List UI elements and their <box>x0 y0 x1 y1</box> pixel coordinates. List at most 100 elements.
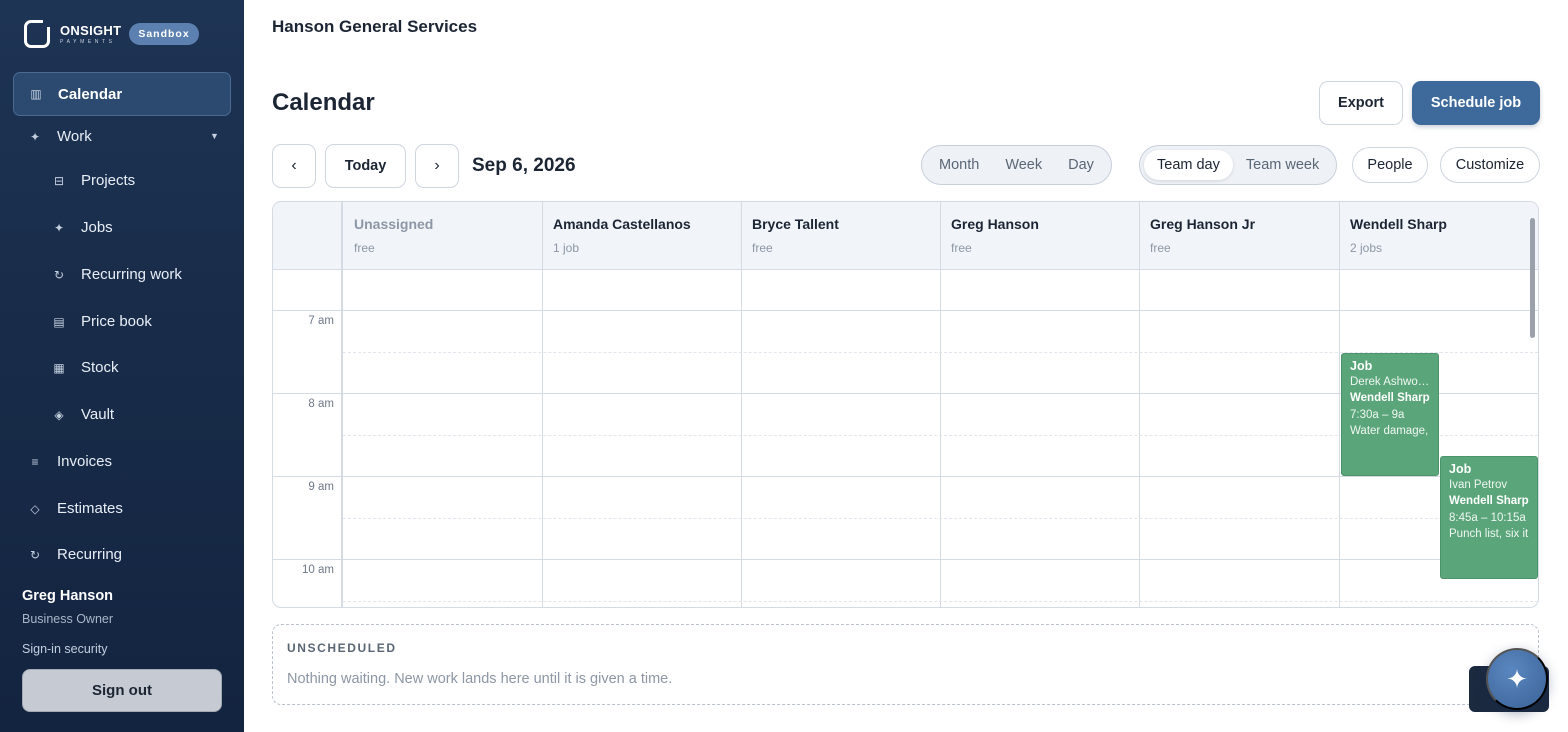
sidebar: ONSIGHT PAYMENTS Sandbox ▥ Calendar ✦ Wo… <box>0 0 244 732</box>
sign-out-button[interactable]: Sign out <box>22 669 222 712</box>
next-day-button[interactable]: › <box>415 144 459 188</box>
sidebar-item-calendar[interactable]: ▥ Calendar <box>13 72 231 116</box>
view-team-day[interactable]: Team day <box>1144 150 1233 180</box>
sidebar-item-projects[interactable]: ⊟ Projects <box>51 172 135 189</box>
event-customer: Derek Ashwo… <box>1350 376 1430 388</box>
column-status: free <box>951 241 972 255</box>
event-time: 8:45a – 10:15a <box>1449 512 1526 524</box>
view-switcher: Month Week Day <box>921 145 1112 185</box>
sidebar-item-label: Calendar <box>58 85 123 103</box>
column-status: free <box>1150 241 1171 255</box>
unscheduled-panel: UNSCHEDULED Nothing waiting. New work la… <box>272 624 1539 705</box>
sidebar-item-recurring-work[interactable]: ↻ Recurring work <box>51 266 182 283</box>
unscheduled-title: UNSCHEDULED <box>287 641 397 655</box>
sidebar-item-label: Work <box>57 128 92 145</box>
sidebar-item-jobs[interactable]: ✦ Jobs <box>51 219 113 236</box>
book-icon: ▤ <box>53 314 65 329</box>
column-divider <box>741 202 742 607</box>
hour-line <box>273 559 1538 560</box>
column-name: Amanda Castellanos <box>553 216 691 232</box>
column-header-bryce-tallent[interactable]: Bryce Tallent free <box>742 202 941 269</box>
sidebar-item-stock[interactable]: ▦ Stock <box>51 359 119 376</box>
customize-button[interactable]: Customize <box>1440 147 1540 183</box>
column-header-amanda-castellanos[interactable]: Amanda Castellanos 1 job <box>543 202 742 269</box>
column-header-wendell-sharp[interactable]: Wendell Sharp 2 jobs <box>1340 202 1530 269</box>
diamond-icon: ◈ <box>54 407 64 422</box>
time-label: 9 am <box>308 481 334 493</box>
sparkle-icon: ✦ <box>29 129 41 144</box>
sidebar-item-label: Vault <box>81 406 115 423</box>
column-header-unassigned[interactable]: Unassigned free <box>344 202 543 269</box>
column-divider <box>542 202 543 607</box>
refresh-icon: ↻ <box>53 267 65 282</box>
view-day[interactable]: Day <box>1055 150 1107 180</box>
export-button[interactable]: Export <box>1319 81 1403 125</box>
time-label: 10 am <box>302 564 334 576</box>
sparkle-icon: ✦ <box>53 220 65 235</box>
sidebar-item-vault[interactable]: ◈ Vault <box>51 406 114 423</box>
column-divider <box>940 202 941 607</box>
chevron-down-icon[interactable]: ▼ <box>210 131 219 141</box>
sparkle-icon: ✦ <box>1506 663 1528 694</box>
previous-day-button[interactable]: ‹ <box>272 144 316 188</box>
view-team-week[interactable]: Team week <box>1233 150 1332 180</box>
grid-icon: ▦ <box>53 360 65 375</box>
unscheduled-empty-text: Nothing waiting. New work lands here unt… <box>287 671 673 687</box>
schedule-job-button[interactable]: Schedule job <box>1412 81 1540 125</box>
column-name: Bryce Tallent <box>752 216 839 232</box>
projects-icon: ⊟ <box>53 173 65 188</box>
today-button[interactable]: Today <box>325 144 406 188</box>
event-title: Job <box>1350 359 1373 373</box>
sidebar-item-label: Recurring <box>57 546 123 563</box>
column-status: free <box>752 241 773 255</box>
sidebar-item-recurring[interactable]: ↻ Recurring <box>27 546 122 563</box>
time-label: 7 am <box>308 315 334 327</box>
column-header-greg-hanson-jr[interactable]: Greg Hanson Jr free <box>1140 202 1339 269</box>
team-view-switcher: Team day Team week <box>1139 145 1338 185</box>
sidebar-item-estimates[interactable]: ◇ Estimates <box>27 500 123 517</box>
company-name: Hanson General Services <box>272 17 478 36</box>
column-status: 2 jobs <box>1350 241 1383 255</box>
job-event[interactable]: Job Ivan Petrov Wendell Sharp 8:45a – 10… <box>1440 456 1538 579</box>
sidebar-item-label: Recurring work <box>81 266 182 283</box>
brand-name: ONSIGHT <box>60 22 122 38</box>
column-divider <box>1339 202 1340 607</box>
sidebar-item-invoices[interactable]: ≡ Invoices <box>27 453 112 470</box>
job-event[interactable]: Job Derek Ashwo… Wendell Sharp 7:30a – 9… <box>1341 353 1439 476</box>
column-name: Greg Hanson <box>951 216 1039 232</box>
sidebar-item-label: Stock <box>81 359 119 376</box>
logo-icon <box>24 18 52 48</box>
event-note: Punch list, six it <box>1449 528 1529 540</box>
user-name: Greg Hanson <box>22 588 114 604</box>
view-month[interactable]: Month <box>926 150 992 180</box>
sidebar-item-label: Estimates <box>57 500 123 517</box>
sidebar-item-label: Price book <box>81 313 152 330</box>
calendar-icon: ▥ <box>30 87 42 101</box>
column-status: 1 job <box>553 241 580 255</box>
assistant-button[interactable]: ✦ <box>1486 648 1548 710</box>
column-name: Unassigned <box>354 216 434 232</box>
sidebar-item-work[interactable]: ✦ Work <box>27 128 92 145</box>
diamond-outline-icon: ◇ <box>30 501 40 516</box>
calendar-scrollbar[interactable] <box>1530 218 1535 338</box>
list-icon: ≡ <box>31 454 39 469</box>
sandbox-badge: Sandbox <box>129 23 199 45</box>
refresh-icon: ↻ <box>29 547 41 562</box>
sidebar-item-label: Invoices <box>57 453 113 470</box>
header-divider <box>273 269 1538 270</box>
sidebar-item-label: Projects <box>81 172 136 189</box>
sidebar-item-price-book[interactable]: ▤ Price book <box>51 313 152 330</box>
brand-logo[interactable]: ONSIGHT PAYMENTS Sandbox <box>24 18 199 48</box>
people-button[interactable]: People <box>1352 147 1428 183</box>
event-technician: Wendell Sharp <box>1350 392 1430 404</box>
hour-line <box>273 476 1538 477</box>
column-header-greg-hanson[interactable]: Greg Hanson free <box>941 202 1140 269</box>
view-week[interactable]: Week <box>992 150 1055 180</box>
brand-subtitle: PAYMENTS <box>60 38 116 45</box>
event-note: Water damage, <box>1350 425 1429 437</box>
event-customer: Ivan Petrov <box>1449 479 1508 491</box>
sign-in-security-link[interactable]: Sign-in security <box>22 642 107 656</box>
event-title: Job <box>1449 462 1472 476</box>
column-divider <box>1139 202 1140 607</box>
event-time: 7:30a – 9a <box>1350 409 1405 421</box>
